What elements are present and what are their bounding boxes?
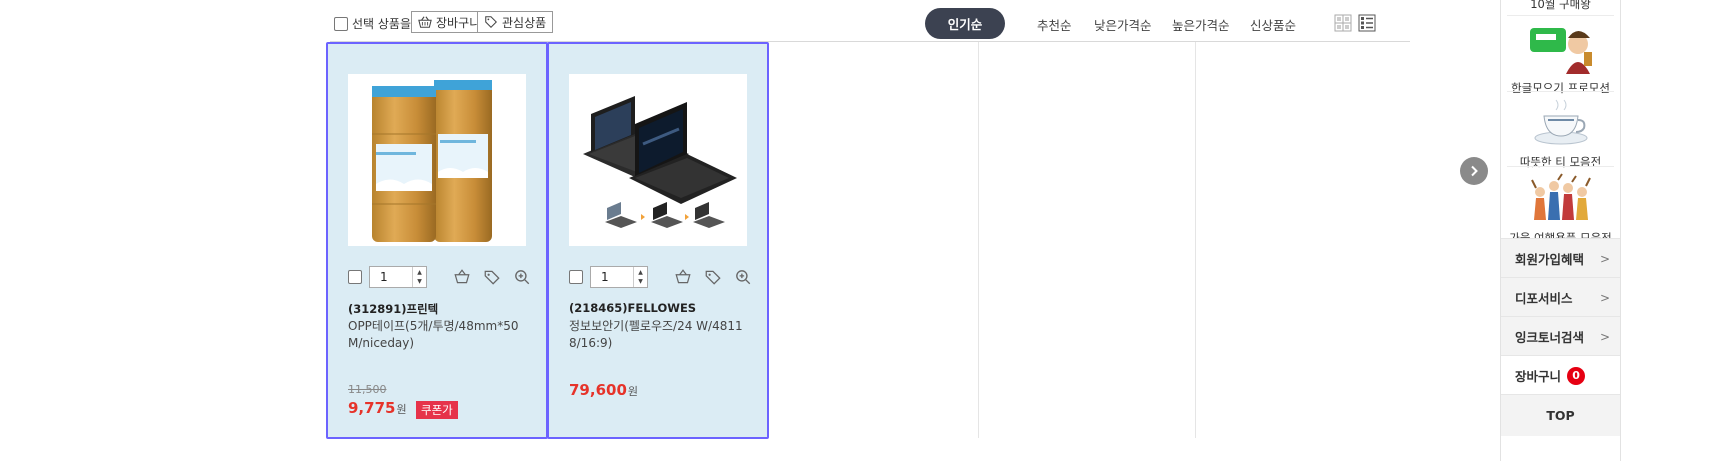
- sort-recommended[interactable]: 추천순: [1037, 15, 1072, 34]
- add-to-wishlist-label: 관심상품: [502, 15, 547, 30]
- grid-divider: [978, 42, 979, 438]
- top-label: TOP: [1546, 408, 1575, 423]
- product-controls: 1 ▲ ▼: [569, 266, 752, 288]
- sidebar-promo-travel[interactable]: 가을 여행용품 모음전: [1501, 172, 1620, 246]
- sidebar-promo-top[interactable]: 10월 구매왕: [1501, 0, 1620, 12]
- currency-unit: 원: [396, 403, 407, 416]
- product-select-checkbox[interactable]: [569, 270, 583, 284]
- add-to-wishlist-button[interactable]: 관심상품: [477, 11, 554, 33]
- sort-newest[interactable]: 신상품순: [1250, 15, 1296, 34]
- product-card[interactable]: 1 ▲ ▼ (312891)프린텍 OPP테이프(5개/투명/48mm*50M/n…: [326, 42, 548, 439]
- travel-people-icon: [1530, 173, 1591, 220]
- sidebar-promo-label: 한글모으기 프로모션: [1511, 81, 1610, 95]
- chevron-right-icon: >: [1599, 290, 1610, 305]
- currency-unit: 원: [627, 385, 639, 398]
- sidebar-item-label: 잉크토너검색: [1515, 330, 1585, 345]
- list-toolbar: 선택 상품을 장바구니 관심상품 인기순 추천순 낮은가격순 높은가격순 신상품…: [334, 8, 1414, 42]
- tape-image: [372, 80, 492, 242]
- sidebar-item-cart[interactable]: 장바구니 0: [1501, 355, 1620, 395]
- select-all-checkbox[interactable]: [334, 16, 348, 31]
- product-controls: 1 ▲ ▼: [348, 266, 531, 288]
- product-select-checkbox[interactable]: [348, 270, 362, 284]
- basket-icon: [418, 16, 432, 28]
- chevron-right-icon: >: [1599, 251, 1610, 266]
- coupon-badge: 쿠폰가: [416, 401, 458, 419]
- sort-low-price[interactable]: 낮은가격순: [1094, 15, 1152, 34]
- sidebar-item-label: 디포서비스: [1515, 291, 1573, 306]
- original-price: 11,500: [348, 383, 387, 396]
- sidebar-promo-hangul[interactable]: 한글모으기 프로모션: [1501, 22, 1620, 96]
- product-name[interactable]: 정보보안기(펠로우즈/24 W/48118/16:9): [569, 318, 751, 352]
- qty-up-icon[interactable]: ▲: [417, 268, 422, 277]
- quantity-value[interactable]: 1: [370, 270, 412, 284]
- add-to-cart-label: 장바구니: [436, 15, 481, 30]
- sidebar-item-membership[interactable]: 회원가입혜택 >: [1501, 238, 1620, 278]
- cart-count-badge: 0: [1567, 366, 1586, 385]
- zoom-icon[interactable]: [734, 268, 752, 286]
- qty-up-icon[interactable]: ▲: [638, 268, 643, 277]
- product-name[interactable]: OPP테이프(5개/투명/48mm*50M/niceday): [348, 318, 530, 352]
- tag-heart-icon: [485, 16, 497, 28]
- quick-sidebar: 10월 구매왕 한글모으기 프로모션 따뜻한 티 모음전 가을 여행용품: [1500, 0, 1621, 461]
- select-all-wrap: 선택 상품을: [334, 15, 411, 32]
- chevron-right-icon: >: [1599, 329, 1610, 344]
- qty-down-icon[interactable]: ▼: [638, 277, 643, 286]
- sidebar-promo-label: 따뜻한 티 모음전: [1519, 155, 1602, 169]
- quantity-stepper[interactable]: 1 ▲ ▼: [590, 266, 648, 288]
- product-image[interactable]: [569, 74, 747, 246]
- price-value: 79,600: [569, 381, 627, 399]
- add-to-cart-button[interactable]: 장바구니: [411, 11, 488, 33]
- sidebar-item-label: 장바구니: [1515, 369, 1562, 384]
- tag-heart-icon[interactable]: [704, 268, 722, 286]
- scroll-top-button[interactable]: TOP: [1501, 394, 1620, 436]
- basket-icon[interactable]: [674, 268, 692, 286]
- carousel-next-button[interactable]: [1460, 157, 1488, 185]
- privacy-filter-image: [583, 96, 737, 228]
- promo-hangul-icon: [1529, 28, 1592, 74]
- product-card[interactable]: 1 ▲ ▼ (218465)FELLOWES 정보보안기(펠로우즈/24 W/48…: [547, 42, 769, 439]
- product-image[interactable]: [348, 74, 526, 246]
- sort-high-price[interactable]: 높은가격순: [1172, 15, 1230, 34]
- sale-price: 79,600원: [569, 381, 638, 399]
- tag-heart-icon[interactable]: [483, 268, 501, 286]
- sidebar-item-label: 회원가입혜택: [1515, 252, 1585, 267]
- zoom-icon[interactable]: [513, 268, 531, 286]
- qty-down-icon[interactable]: ▼: [417, 277, 422, 286]
- sale-price: 9,775원: [348, 399, 407, 417]
- sidebar-promo-label: 10월 구매왕: [1530, 0, 1591, 11]
- select-all-label: 선택 상품을: [352, 17, 412, 31]
- quantity-stepper[interactable]: 1 ▲ ▼: [369, 266, 427, 288]
- grid-divider: [1195, 42, 1196, 438]
- product-code[interactable]: (218465)FELLOWES: [569, 301, 751, 315]
- sidebar-promo-tea[interactable]: 따뜻한 티 모음전: [1501, 96, 1620, 170]
- chevron-right-icon: [1471, 165, 1478, 177]
- sort-popular[interactable]: 인기순: [925, 8, 1005, 39]
- price-value: 9,775: [348, 399, 396, 417]
- quantity-value[interactable]: 1: [591, 270, 633, 284]
- grid-view-icon[interactable]: [1334, 14, 1352, 32]
- teacup-icon: [1534, 99, 1587, 145]
- sidebar-item-ink-search[interactable]: 잉크토너검색 >: [1501, 316, 1620, 356]
- list-view-icon[interactable]: [1358, 14, 1376, 32]
- product-code[interactable]: (312891)프린텍: [348, 301, 530, 317]
- basket-icon[interactable]: [453, 268, 471, 286]
- sidebar-item-depot-service[interactable]: 디포서비스 >: [1501, 277, 1620, 317]
